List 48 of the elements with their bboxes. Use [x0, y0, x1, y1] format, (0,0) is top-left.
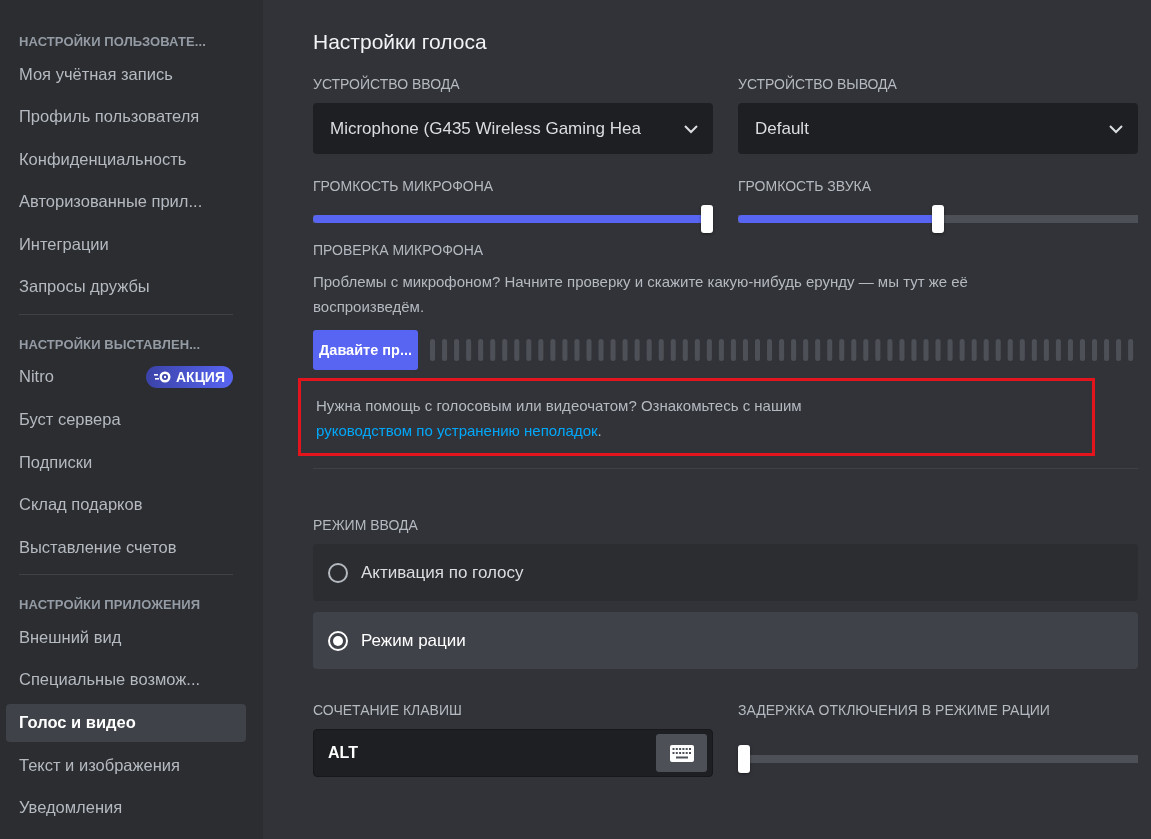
- radio-button[interactable]: [328, 562, 348, 583]
- sidebar-item[interactable]: Моя учётная запись: [6, 55, 246, 93]
- device-dropdown[interactable]: Microphone (G435 Wireless Gaming Hea: [313, 103, 713, 154]
- sidebar-item[interactable]: Профиль пользователя: [6, 97, 246, 136]
- sidebar-item[interactable]: Буст сервера: [6, 400, 246, 439]
- sidebar-item[interactable]: Авторизованные прил...: [6, 182, 246, 221]
- slider-handle[interactable]: [701, 205, 713, 233]
- field-label: ЗАДЕРЖКА ОТКЛЮЧЕНИЯ В РЕЖИМЕ РАЦИИ: [738, 702, 1051, 718]
- slider-handle[interactable]: [738, 745, 750, 773]
- radio-option[interactable]: Активация по голосу: [313, 544, 1138, 601]
- sidebar-item[interactable]: Уведомления: [6, 788, 246, 827]
- help-text: Нужна помощь с голосовым или видеочатом? Ознакомьтесь с нашим руководством по устранению неполадок.: [316, 396, 803, 441]
- page-title: Настройки голоса: [313, 30, 488, 54]
- sidebar-item[interactable]: Подписки: [6, 443, 246, 482]
- mic-test-button[interactable]: Давайте пр...: [313, 330, 418, 370]
- section-header: НАСТРОЙКИ ВЫСТАВЛЕН...: [18, 335, 202, 354]
- section-header: НАСТРОЙКИ ПРИЛОЖЕНИЯ: [18, 596, 202, 615]
- field-label: СОЧЕТАНИЕ КЛАВИШ: [313, 702, 463, 718]
- field-label: УСТРОЙСТВО ВВОДА: [313, 76, 461, 92]
- slider-handle[interactable]: [932, 205, 944, 233]
- field-label: УСТРОЙСТВО ВЫВОДА: [738, 76, 898, 92]
- sidebar-item[interactable]: Текст и изображения: [6, 746, 246, 785]
- sidebar-item[interactable]: Склад подарков: [6, 485, 246, 524]
- nitro-icon: [154, 370, 172, 383]
- keyboard-icon: [669, 744, 694, 762]
- sidebar-item[interactable]: Выставление счетов: [6, 528, 246, 567]
- sidebar-item[interactable]: Интеграции: [6, 225, 246, 264]
- sidebar-item[interactable]: Специальные возмож...: [6, 660, 246, 699]
- device-dropdown[interactable]: Default: [738, 103, 1138, 154]
- option-label: Активация по голосу: [361, 562, 524, 583]
- field-label: ПРОВЕРКА МИКРОФОНА: [313, 242, 485, 258]
- item-label: Nitro: [19, 367, 54, 387]
- description-text: Проблемы с микрофоном? Начните проверку и скажите какую-нибудь ерунду — мы тут же её воспроизведём.: [313, 272, 969, 317]
- sidebar-item[interactable]: Голос и видео: [6, 703, 246, 742]
- troubleshooting-link[interactable]: руководством по устранению неполадок: [316, 422, 598, 439]
- sidebar-item[interactable]: Nitro АКЦИЯ: [6, 357, 246, 396]
- option-label: Режим рации: [361, 630, 466, 651]
- record-keybind-button[interactable]: [656, 734, 707, 772]
- radio-option[interactable]: Режим рации: [313, 612, 1138, 669]
- field-label: ГРОМКОСТЬ ЗВУКА: [738, 178, 873, 194]
- field-label: РЕЖИМ ВВОДА: [313, 517, 419, 533]
- promo-badge: АКЦИЯ: [146, 365, 233, 388]
- shortcut-field[interactable]: ALT: [313, 729, 713, 777]
- sidebar-item[interactable]: Конфиденциальность: [6, 140, 246, 179]
- sidebar-item[interactable]: Внешний вид: [6, 618, 246, 657]
- section-header: НАСТРОЙКИ ПОЛЬЗОВАТЕ...: [18, 33, 207, 51]
- sidebar-item[interactable]: Запросы дружбы: [6, 267, 246, 306]
- field-label: ГРОМКОСТЬ МИКРОФОНА: [313, 178, 495, 194]
